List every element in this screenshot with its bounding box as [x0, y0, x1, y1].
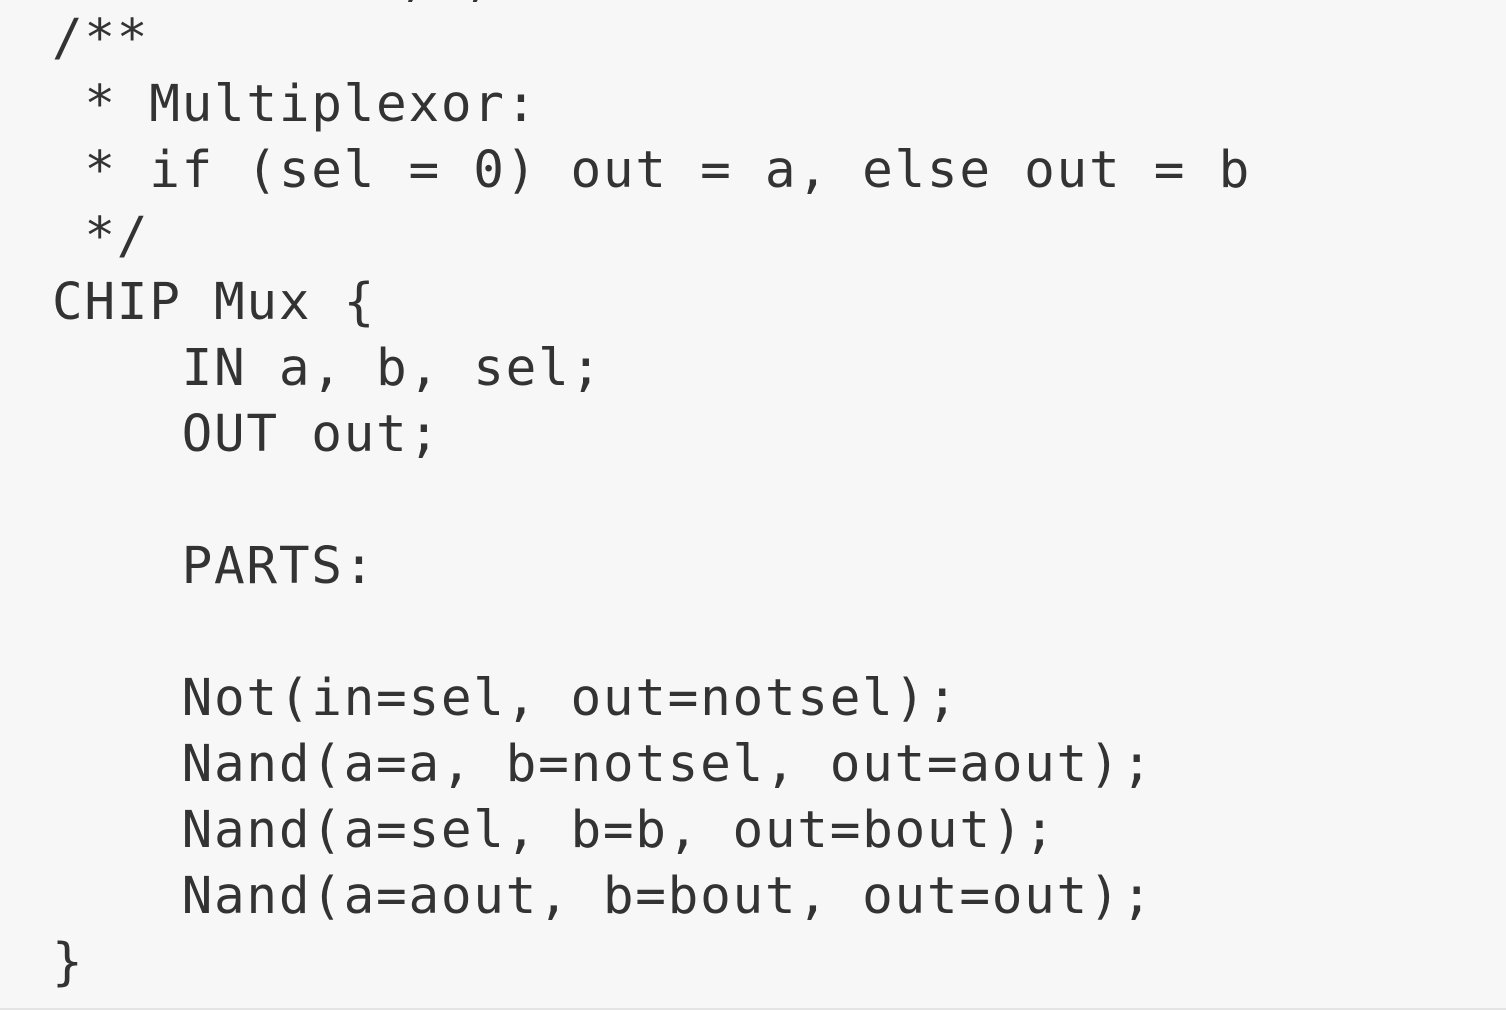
code-line-closing-brace: } [52, 933, 85, 992]
code-line-outputs: OUT out; [52, 405, 441, 464]
code-line-nand-gate-a: Nand(a=a, b=notsel, out=aout); [52, 735, 1154, 794]
code-line-inputs: IN a, b, sel; [52, 339, 603, 398]
code-line-comment-title: * Multiplexor: [52, 75, 539, 134]
code-line-chip-declaration: CHIP Mux { [52, 273, 377, 332]
code-line-comment-description: * if (sel = 0) out = a, else out = b [52, 141, 1251, 200]
code-line-comment-close: */ [52, 207, 150, 266]
code-line-nand-gate-out: Nand(a=aout, b=bout, out=out); [52, 867, 1154, 926]
code-line-comment-open: /** [52, 9, 150, 68]
code-block: , , /** * Multiplexor: * if (sel = 0) ou… [0, 0, 1506, 1010]
clipped-text-fragment: , , [398, 0, 495, 12]
code-line-nand-gate-b: Nand(a=sel, b=b, out=bout); [52, 801, 1057, 860]
code-line-not-gate: Not(in=sel, out=notsel); [52, 669, 960, 728]
code-line-parts-label: PARTS: [52, 537, 377, 596]
